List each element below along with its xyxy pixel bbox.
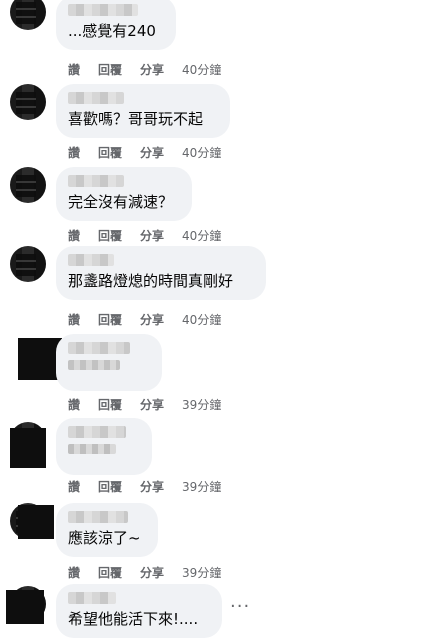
comment-bubble: 希望他能活下來!....	[56, 584, 222, 638]
share-button[interactable]: 分享	[140, 478, 164, 495]
blurred-username[interactable]	[68, 175, 124, 187]
reply-button[interactable]: 回覆	[98, 564, 122, 581]
comment-bubble: ...感覺有240	[56, 0, 176, 50]
like-button[interactable]: 讚	[68, 396, 80, 413]
like-button[interactable]: 讚	[68, 564, 80, 581]
like-button[interactable]: 讚	[68, 311, 80, 328]
timestamp[interactable]: 39分鐘	[182, 396, 221, 413]
blurred-username[interactable]	[68, 4, 138, 16]
like-button[interactable]: 讚	[68, 478, 80, 495]
timestamp[interactable]: 40分鐘	[182, 227, 221, 244]
reply-button[interactable]: 回覆	[98, 396, 122, 413]
reply-button[interactable]: 回覆	[98, 227, 122, 244]
like-button[interactable]: 讚	[68, 61, 80, 78]
timestamp[interactable]: 39分鐘	[182, 564, 221, 581]
comment-bubble: 那盞路燈熄的時間真剛好	[56, 246, 266, 300]
blurred-username[interactable]	[68, 592, 116, 604]
comment-text: 完全沒有減速？	[68, 193, 174, 211]
comment-actions: 讚 回覆 分享 39分鐘	[68, 478, 221, 495]
comment-text: ...感覺有240	[68, 22, 156, 40]
blurred-username[interactable]	[68, 426, 126, 438]
blurred-comment-text	[68, 360, 120, 370]
comment-text: 應該涼了~	[68, 529, 141, 547]
blurred-username[interactable]	[68, 511, 128, 523]
blurred-comment-text	[68, 444, 116, 454]
comment-text: 喜歡嗎？哥哥玩不起	[68, 110, 204, 128]
timestamp[interactable]: 40分鐘	[182, 311, 221, 328]
comment-bubble	[56, 334, 162, 391]
timestamp[interactable]: 40分鐘	[182, 144, 221, 161]
comment-bubble: 喜歡嗎？哥哥玩不起	[56, 84, 230, 138]
comment-actions: 讚 回覆 分享 40分鐘	[68, 144, 221, 161]
avatar[interactable]	[10, 0, 46, 30]
timestamp[interactable]: 40分鐘	[182, 61, 221, 78]
reply-button[interactable]: 回覆	[98, 478, 122, 495]
comment-actions: 讚 回覆 分享 40分鐘	[68, 61, 221, 78]
share-button[interactable]: 分享	[140, 227, 164, 244]
like-button[interactable]: 讚	[68, 227, 80, 244]
comment-actions: 讚 回覆 分享 40分鐘	[68, 311, 221, 328]
comment-actions: 讚 回覆 分享 40分鐘	[68, 227, 221, 244]
share-button[interactable]: 分享	[140, 144, 164, 161]
share-button[interactable]: 分享	[140, 61, 164, 78]
reply-button[interactable]: 回覆	[98, 311, 122, 328]
reply-button[interactable]: 回覆	[98, 144, 122, 161]
comment-bubble	[56, 418, 152, 475]
redaction-block	[18, 505, 54, 539]
redaction-block	[6, 590, 44, 624]
blurred-username[interactable]	[68, 92, 124, 104]
comment-bubble: 應該涼了~	[56, 503, 158, 557]
avatar[interactable]	[10, 167, 46, 203]
share-button[interactable]: 分享	[140, 311, 164, 328]
share-button[interactable]: 分享	[140, 564, 164, 581]
timestamp[interactable]: 39分鐘	[182, 478, 221, 495]
blurred-username[interactable]	[68, 342, 130, 354]
avatar[interactable]	[10, 84, 46, 120]
comment-actions: 讚 回覆 分享 39分鐘	[68, 396, 221, 413]
redaction-block	[10, 428, 46, 468]
avatar[interactable]	[10, 246, 46, 282]
comment-text: 那盞路燈熄的時間真剛好	[68, 272, 234, 290]
blurred-username[interactable]	[68, 254, 114, 266]
comment-bubble: 完全沒有減速？	[56, 167, 192, 221]
comment-text: 希望他能活下來!....	[68, 610, 199, 628]
more-options-icon[interactable]: ···	[230, 596, 250, 617]
share-button[interactable]: 分享	[140, 396, 164, 413]
reply-button[interactable]: 回覆	[98, 61, 122, 78]
like-button[interactable]: 讚	[68, 144, 80, 161]
comment-actions: 讚 回覆 分享 39分鐘	[68, 564, 221, 581]
